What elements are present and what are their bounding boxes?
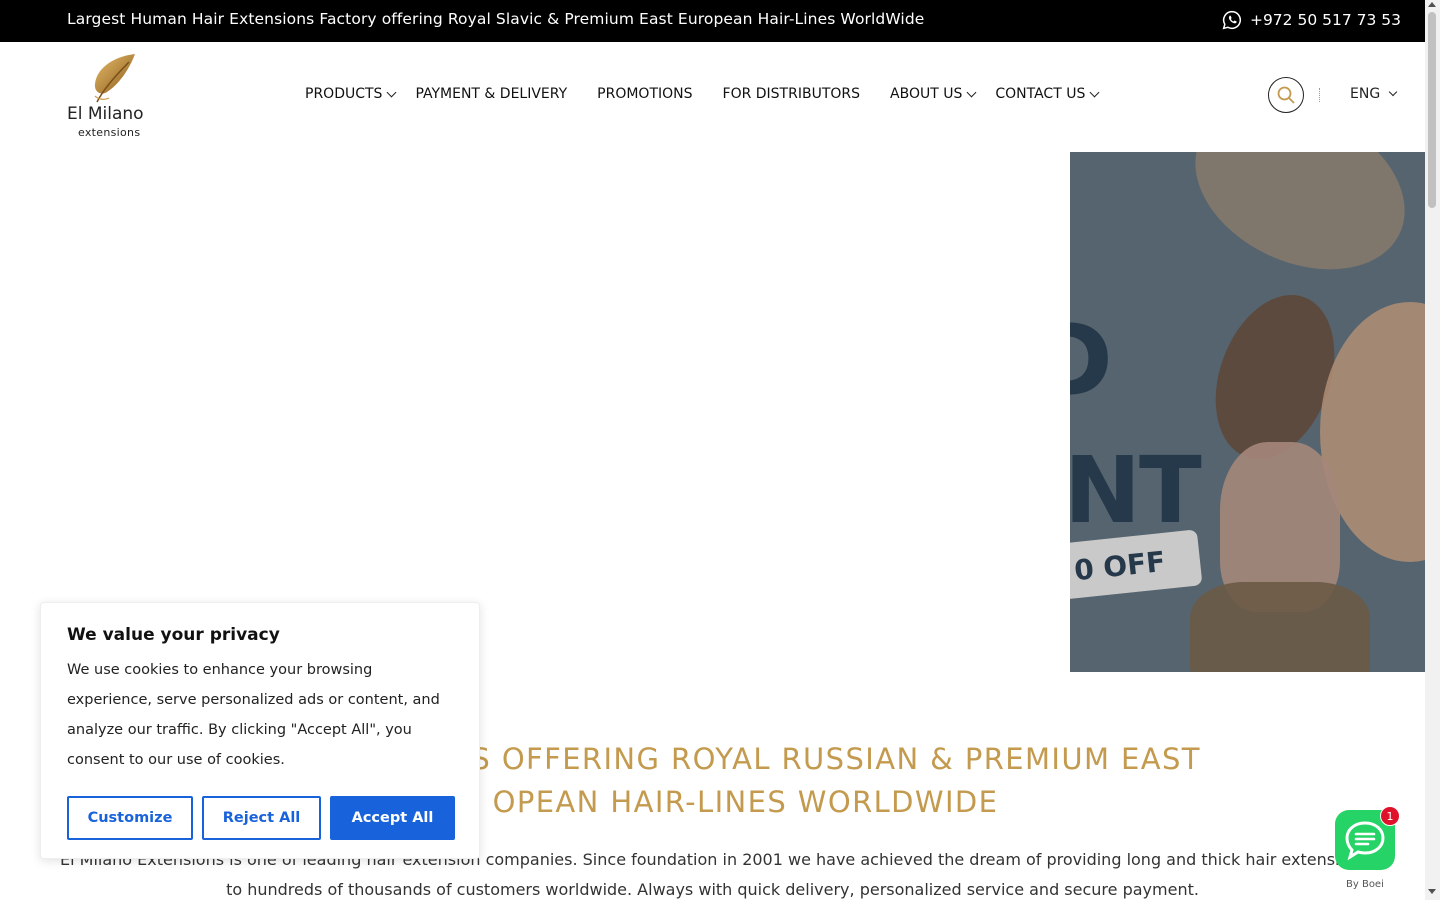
hero-discount-tag: 0 OFF <box>1070 529 1203 601</box>
cookie-body: We use cookies to enhance your browsing … <box>67 662 440 768</box>
chat-bubble-icon <box>1345 821 1385 861</box>
phone-number: +972 50 517 73 53 <box>1249 11 1401 29</box>
scroll-down-arrow-icon[interactable] <box>1428 889 1436 894</box>
page: Largest Human Hair Extensions Factory of… <box>0 0 1440 900</box>
chevron-down-icon <box>1089 87 1100 97</box>
search-icon <box>1277 86 1295 104</box>
top-announcement-bar: Largest Human Hair Extensions Factory of… <box>0 0 1425 42</box>
chevron-down-icon <box>386 87 397 97</box>
chevron-down-icon <box>1388 87 1398 97</box>
topbar-tagline: Largest Human Hair Extensions Factory of… <box>67 10 925 28</box>
nav-item-label: PAYMENT & DELIVERY <box>415 86 568 102</box>
hero-banner-image[interactable]: D NT 0 OFF <box>1070 152 1425 672</box>
hero-discount-text: 0 OFF <box>1072 544 1167 588</box>
scrollbar-thumb[interactable] <box>1428 12 1436 208</box>
nav-item-payment-delivery[interactable]: PAYMENT & DELIVERY <box>415 86 567 102</box>
scroll-up-arrow-icon[interactable] <box>1428 2 1436 7</box>
search-button[interactable] <box>1268 77 1304 113</box>
main-navigation: PRODUCTS PAYMENT & DELIVERY PROMOTIONS F… <box>305 86 1118 102</box>
hero-photo-figure <box>1190 582 1370 672</box>
chevron-down-icon <box>966 87 977 97</box>
logo-subtitle: extensions <box>78 126 141 139</box>
page-scrollbar[interactable] <box>1425 0 1440 900</box>
nav-item-label: CONTACT US <box>995 86 1086 102</box>
chat-notification-badge: 1 <box>1380 806 1400 826</box>
brand-logo[interactable]: El Milano extensions <box>67 52 157 142</box>
cookie-buttons: Customize Reject All Accept All <box>67 796 455 840</box>
customize-button[interactable]: Customize <box>67 796 193 840</box>
nav-item-label: PROMOTIONS <box>597 86 693 102</box>
chat-provider-label[interactable]: By Boei <box>1346 879 1384 890</box>
logo-brand-name: El Milano <box>67 104 144 124</box>
topbar-phone-link[interactable]: +972 50 517 73 53 <box>1222 10 1401 30</box>
nav-item-products[interactable]: PRODUCTS <box>305 86 397 102</box>
nav-item-label: FOR DISTRIBUTORS <box>722 86 861 102</box>
whatsapp-icon <box>1222 10 1241 30</box>
nav-item-about-us[interactable]: ABOUT US <box>890 86 977 102</box>
hero-banner-text: D <box>1070 302 1114 419</box>
hero-photo-figure <box>1168 152 1425 302</box>
leaf-logo-icon <box>94 54 135 103</box>
nav-item-for-distributors[interactable]: FOR DISTRIBUTORS <box>723 86 861 102</box>
intro-line: to hundreds of thousands of customers wo… <box>226 880 1199 899</box>
nav-item-label: ABOUT US <box>890 86 963 102</box>
language-label: ENG <box>1350 86 1381 102</box>
nav-item-promotions[interactable]: PROMOTIONS <box>597 86 692 102</box>
nav-item-contact-us[interactable]: CONTACT US <box>995 86 1100 102</box>
hero-banner-text: NT <box>1070 437 1202 544</box>
cookie-consent-dialog: We value your privacy We use cookies to … <box>40 602 480 859</box>
cookie-title: We value your privacy <box>67 625 280 645</box>
site-header: El Milano extensions PRODUCTS PAYMENT & … <box>0 42 1425 152</box>
accept-all-button[interactable]: Accept All <box>330 796 455 840</box>
header-divider <box>1319 88 1320 102</box>
language-selector[interactable]: ENG <box>1350 86 1398 102</box>
reject-all-button[interactable]: Reject All <box>202 796 321 840</box>
nav-item-label: PRODUCTS <box>305 86 383 102</box>
